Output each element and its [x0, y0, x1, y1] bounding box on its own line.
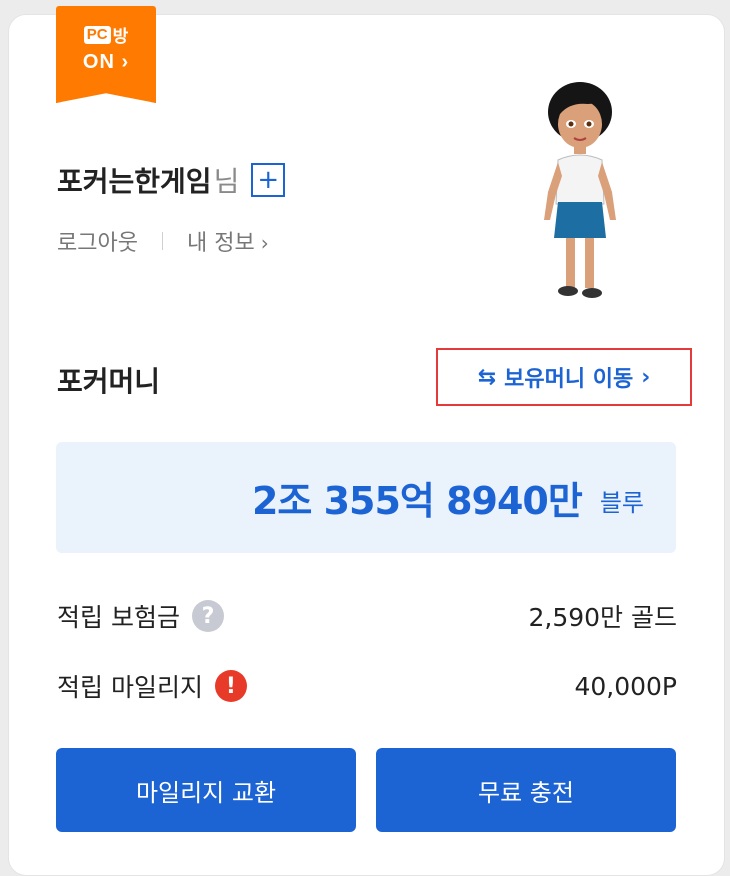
- divider: [161, 232, 163, 250]
- poker-money-title: 포커머니: [57, 365, 161, 398]
- nickname: 포커는한게임: [57, 165, 212, 198]
- pc-bang-badge[interactable]: PC 방 ON ›: [56, 6, 156, 103]
- free-charge-button[interactable]: 무료 충전: [376, 748, 676, 832]
- chevron-right-icon: ›: [641, 364, 651, 390]
- transfer-money-button[interactable]: ⇆ 보유머니 이동 ›: [436, 348, 692, 406]
- question-icon[interactable]: ?: [191, 600, 224, 632]
- bang-label: 방: [112, 27, 129, 47]
- logout-link[interactable]: 로그아웃: [57, 225, 138, 257]
- mileage-value: 40,000P: [574, 671, 677, 701]
- chevron-right-icon: ›: [114, 51, 130, 73]
- balance-panel: 2조 355억 8940만 블루: [56, 442, 676, 553]
- pc-label: PC: [83, 25, 111, 44]
- pc-status: ON: [82, 51, 115, 73]
- mileage-label: 적립 마일리지: [57, 673, 203, 702]
- mileage-row: 적립 마일리지 ! 40,000P: [57, 668, 677, 704]
- balance-unit: 블루: [599, 489, 644, 517]
- avatar: [544, 82, 616, 298]
- mileage-exchange-button[interactable]: 마일리지 교환: [56, 748, 356, 832]
- insurance-value: 2,590만 골드: [528, 603, 677, 632]
- insurance-row: 적립 보험금 ? 2,590만 골드: [57, 598, 677, 634]
- chevron-right-icon: ›: [260, 231, 269, 255]
- plus-icon[interactable]: +: [251, 163, 286, 197]
- exclamation-icon[interactable]: !: [214, 670, 247, 702]
- balance-amount: 2조 355억 8940만: [251, 479, 583, 523]
- nickname-row: 포커는한게임 님 +: [57, 160, 286, 200]
- nickname-suffix: 님: [213, 165, 240, 198]
- my-info-link[interactable]: 내 정보 ›: [187, 225, 269, 257]
- swap-arrows-icon: ⇆: [477, 364, 497, 390]
- transfer-label: 보유머니 이동: [504, 367, 634, 392]
- account-links: 로그아웃 내 정보 ›: [57, 225, 269, 257]
- insurance-label: 적립 보험금: [57, 603, 180, 632]
